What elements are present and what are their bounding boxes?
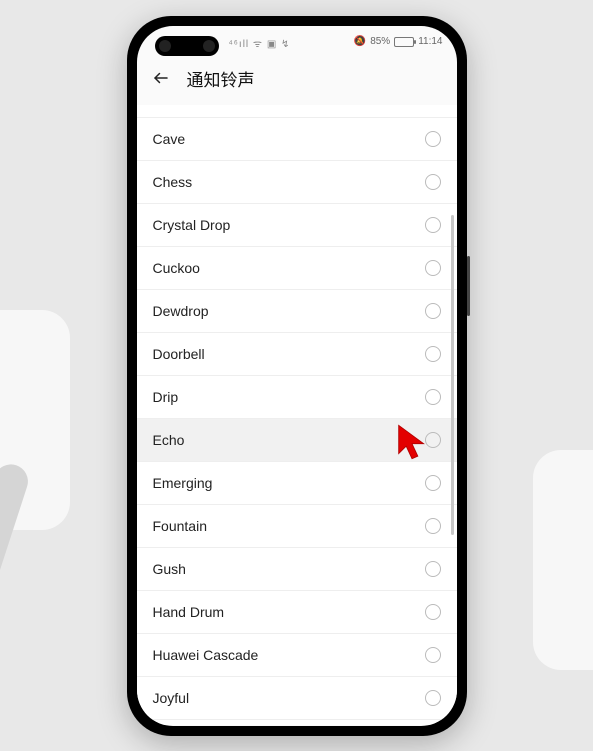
radio-icon[interactable] xyxy=(425,432,441,448)
ringtone-label: Cave xyxy=(153,131,186,147)
phone-screen: ⁴⁶ıll ᯤ ▣ ↯ 🔕 85% 11:14 通知铃声 Cave Chess Cr… xyxy=(137,26,457,726)
battery-icon xyxy=(394,37,414,47)
phone-frame: ⁴⁶ıll ᯤ ▣ ↯ 🔕 85% 11:14 通知铃声 Cave Chess Cr… xyxy=(127,16,467,736)
list-item[interactable]: Chess xyxy=(137,161,457,204)
list-item[interactable]: Joyful xyxy=(137,677,457,720)
page-title: 通知铃声 xyxy=(187,66,255,91)
camera-cutout xyxy=(155,36,219,56)
list-item[interactable]: Huawei Cascade xyxy=(137,634,457,677)
ringtone-label: Emerging xyxy=(153,475,213,491)
list-item[interactable]: Fountain xyxy=(137,505,457,548)
list-item[interactable]: Cuckoo xyxy=(137,247,457,290)
phone-side-button xyxy=(467,256,470,316)
battery-percentage: 85% xyxy=(370,36,390,47)
radio-icon[interactable] xyxy=(425,647,441,663)
radio-icon[interactable] xyxy=(425,475,441,491)
background-decoration xyxy=(533,450,593,670)
ringtone-label: Chess xyxy=(153,174,193,190)
ringtone-label: Dewdrop xyxy=(153,303,209,319)
ringtone-label: Gush xyxy=(153,561,186,577)
list-item[interactable]: Cave xyxy=(137,118,457,161)
radio-icon[interactable] xyxy=(425,561,441,577)
radio-icon[interactable] xyxy=(425,518,441,534)
radio-icon[interactable] xyxy=(425,303,441,319)
radio-icon[interactable] xyxy=(425,260,441,276)
list-item[interactable]: Emerging xyxy=(137,462,457,505)
list-item[interactable]: Drip xyxy=(137,376,457,419)
ringtone-label: Crystal Drop xyxy=(153,217,231,233)
status-time: 11:14 xyxy=(418,36,442,47)
ringtone-label: Doorbell xyxy=(153,346,205,362)
ringtone-label: Huawei Cascade xyxy=(153,647,259,663)
page-header: 通知铃声 xyxy=(137,58,457,105)
status-network-icons: ⁴⁶ıll ᯤ ▣ ↯ xyxy=(229,36,291,50)
radio-icon[interactable] xyxy=(425,346,441,362)
scroll-indicator[interactable] xyxy=(451,215,454,535)
list-item[interactable]: Dewdrop xyxy=(137,290,457,333)
radio-icon[interactable] xyxy=(425,690,441,706)
radio-icon[interactable] xyxy=(425,174,441,190)
ringtone-label: Cuckoo xyxy=(153,260,200,276)
back-button[interactable] xyxy=(151,68,171,88)
ringtone-label: Echo xyxy=(153,432,185,448)
alarm-off-icon: 🔕 xyxy=(354,36,366,47)
radio-icon[interactable] xyxy=(425,131,441,147)
list-item[interactable]: Doorbell xyxy=(137,333,457,376)
list-item[interactable]: Jump xyxy=(137,720,457,725)
ringtone-label: Hand Drum xyxy=(153,604,225,620)
ringtone-label: Fountain xyxy=(153,518,207,534)
ringtone-label: Joyful xyxy=(153,690,190,706)
list-item[interactable]: Gush xyxy=(137,548,457,591)
list-item[interactable] xyxy=(137,105,457,118)
radio-icon[interactable] xyxy=(425,604,441,620)
list-item[interactable]: Echo xyxy=(137,419,457,462)
radio-icon[interactable] xyxy=(425,217,441,233)
ringtone-list[interactable]: Cave Chess Crystal Drop Cuckoo Dewdrop Doorbe… xyxy=(137,105,457,725)
radio-icon[interactable] xyxy=(425,389,441,405)
ringtone-label: Drip xyxy=(153,389,179,405)
list-item[interactable]: Crystal Drop xyxy=(137,204,457,247)
list-item[interactable]: Hand Drum xyxy=(137,591,457,634)
